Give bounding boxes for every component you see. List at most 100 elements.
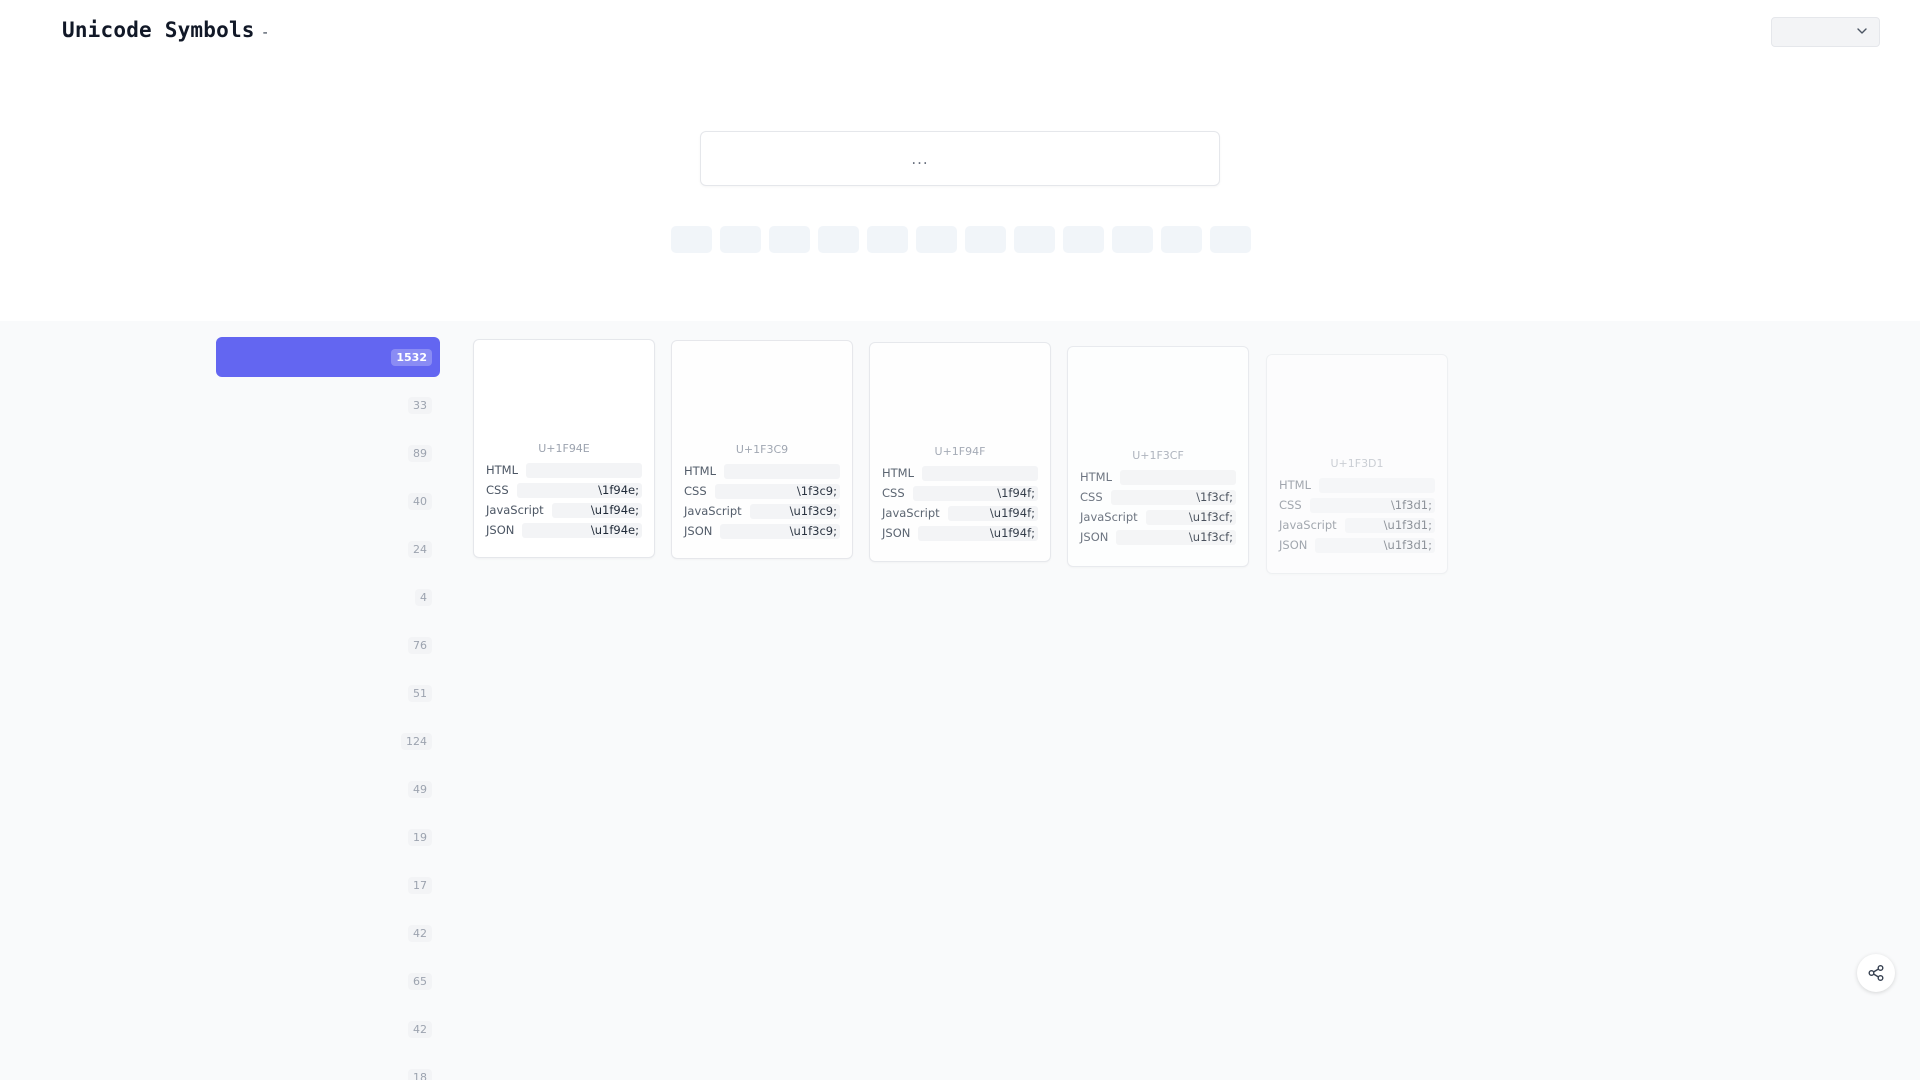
javascript-value[interactable]: \u1f3c9; — [749, 503, 840, 519]
javascript-row: JavaScript \u1f94f; — [882, 503, 1038, 523]
search-box[interactable] — [700, 131, 1220, 186]
html-label: HTML — [882, 466, 915, 480]
css-row: CSS \1f3d1; — [1279, 495, 1435, 515]
javascript-row: JavaScript \u1f3d1; — [1279, 515, 1435, 535]
html-value[interactable] — [922, 465, 1038, 481]
category-item[interactable]: 65 — [216, 961, 440, 1001]
css-row: CSS \1f3cf; — [1080, 487, 1236, 507]
json-row: JSON \u1f3c9; — [684, 521, 840, 541]
category-item[interactable]: 19 — [216, 817, 440, 857]
category-item[interactable]: 42 — [216, 913, 440, 953]
css-value[interactable]: \1f3d1; — [1309, 497, 1435, 513]
site-title[interactable]: Unicode Symbols — [62, 18, 255, 42]
category-count: 33 — [408, 397, 432, 414]
filter-chip[interactable] — [1161, 226, 1202, 253]
css-value[interactable]: \1f3cf; — [1110, 489, 1236, 505]
category-count: 40 — [408, 493, 432, 510]
category-count: 42 — [408, 1021, 432, 1038]
javascript-label: JavaScript — [486, 503, 544, 517]
share-button[interactable] — [1857, 954, 1895, 992]
category-count: 124 — [401, 733, 432, 750]
javascript-label: JavaScript — [684, 504, 742, 518]
filter-chip[interactable] — [1014, 226, 1055, 253]
search-input[interactable] — [701, 132, 1219, 185]
language-select[interactable] — [1771, 17, 1880, 47]
json-label: JSON — [684, 524, 713, 538]
json-value[interactable]: \u1f94f; — [918, 525, 1038, 541]
javascript-row: JavaScript \u1f3cf; — [1080, 507, 1236, 527]
html-row: HTML — [1279, 475, 1435, 495]
javascript-value[interactable]: \u1f3d1; — [1344, 517, 1435, 533]
filter-chip[interactable] — [1063, 226, 1104, 253]
javascript-value[interactable]: \u1f3cf; — [1145, 509, 1236, 525]
html-value[interactable] — [1319, 477, 1435, 493]
symbol-card[interactable]: U+1F94E HTML CSS \1f94e; JavaScript \u1f94… — [473, 339, 655, 558]
json-value[interactable]: \u1f94e; — [522, 522, 642, 538]
json-value[interactable]: \u1f3c9; — [720, 523, 840, 539]
share-icon — [1868, 965, 1884, 981]
filter-chip[interactable] — [671, 226, 712, 253]
symbol-card[interactable]: U+1F3D1 HTML CSS \1f3d1; JavaScript \u1f3d… — [1266, 354, 1448, 574]
filter-chip[interactable] — [1112, 226, 1153, 253]
html-value[interactable] — [724, 463, 840, 479]
category-item-active[interactable]: 1532 — [216, 337, 440, 377]
html-label: HTML — [684, 464, 717, 478]
category-count: 89 — [408, 445, 432, 462]
category-count: 24 — [408, 541, 432, 558]
html-value[interactable] — [526, 462, 642, 478]
javascript-row: JavaScript \u1f94e; — [486, 500, 642, 520]
html-row: HTML — [486, 460, 642, 480]
category-count: 76 — [408, 637, 432, 654]
css-value[interactable]: \1f3c9; — [714, 483, 840, 499]
filter-chip[interactable] — [1210, 226, 1251, 253]
html-label: HTML — [1279, 478, 1312, 492]
filter-chip[interactable] — [916, 226, 957, 253]
css-value[interactable]: \1f94f; — [912, 485, 1038, 501]
filter-chip[interactable] — [965, 226, 1006, 253]
javascript-value[interactable]: \u1f94f; — [947, 505, 1038, 521]
json-label: JSON — [1080, 530, 1109, 544]
category-item[interactable]: 51 — [216, 673, 440, 713]
css-row: CSS \1f3c9; — [684, 481, 840, 501]
filter-chip[interactable] — [720, 226, 761, 253]
css-row: CSS \1f94f; — [882, 483, 1038, 503]
symbol-card[interactable]: U+1F3C9 HTML CSS \1f3c9; JavaScript \u1f3c… — [671, 340, 853, 559]
category-item[interactable]: 76 — [216, 625, 440, 665]
javascript-row: JavaScript \u1f3c9; — [684, 501, 840, 521]
css-label: CSS — [882, 486, 905, 500]
json-value[interactable]: \u1f3d1; — [1315, 537, 1435, 553]
html-value[interactable] — [1120, 469, 1236, 485]
category-item[interactable]: 17 — [216, 865, 440, 905]
category-item[interactable]: 124 — [216, 721, 440, 761]
symbol-card[interactable]: U+1F94F HTML CSS \1f94f; JavaScript \u1f94… — [869, 342, 1051, 562]
filter-chip[interactable] — [867, 226, 908, 253]
filter-bar — [671, 226, 1251, 253]
brand[interactable]: Unicode Symbols - — [62, 18, 268, 42]
category-item[interactable]: 49 — [216, 769, 440, 809]
category-item[interactable]: 4 — [216, 577, 440, 617]
category-sidebar: 1532 33 89 40 24 4 76 51 124 49 19 17 42… — [216, 337, 440, 1080]
category-count: 65 — [408, 973, 432, 990]
html-label: HTML — [1080, 470, 1113, 484]
category-item[interactable]: 24 — [216, 529, 440, 569]
category-item[interactable]: 18 — [216, 1057, 440, 1080]
json-value[interactable]: \u1f3cf; — [1116, 529, 1236, 545]
category-item[interactable]: 40 — [216, 481, 440, 521]
category-count: 42 — [408, 925, 432, 942]
json-row: JSON \u1f94f; — [882, 523, 1038, 543]
filter-chip[interactable] — [818, 226, 859, 253]
category-count: 51 — [408, 685, 432, 702]
category-item[interactable]: 89 — [216, 433, 440, 473]
javascript-label: JavaScript — [882, 506, 940, 520]
javascript-value[interactable]: \u1f94e; — [551, 502, 642, 518]
filter-chip[interactable] — [769, 226, 810, 253]
category-item[interactable]: 42 — [216, 1009, 440, 1049]
json-label: JSON — [882, 526, 911, 540]
css-value[interactable]: \1f94e; — [516, 482, 642, 498]
category-item[interactable]: 33 — [216, 385, 440, 425]
html-row: HTML — [882, 463, 1038, 483]
codepoint-label: U+1F3D1 — [1330, 457, 1384, 470]
javascript-label: JavaScript — [1279, 518, 1337, 532]
css-label: CSS — [486, 483, 509, 497]
symbol-card[interactable]: U+1F3CF HTML CSS \1f3cf; JavaScript \u1f3c… — [1067, 346, 1249, 567]
